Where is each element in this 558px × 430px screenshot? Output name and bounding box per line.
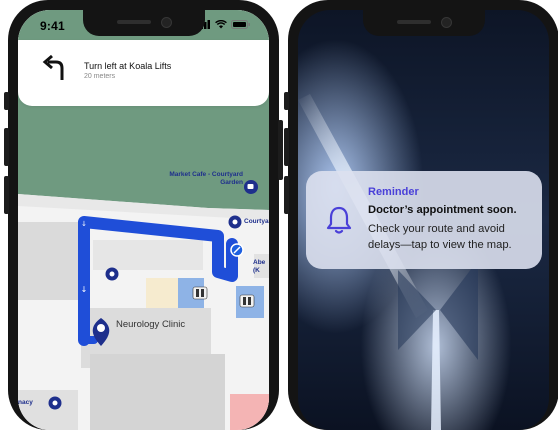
bell-icon xyxy=(326,206,352,234)
notch xyxy=(362,10,485,36)
camera xyxy=(440,17,452,28)
battery-icon xyxy=(231,20,250,29)
volume-up-button xyxy=(284,128,289,166)
volume-down-button xyxy=(4,176,9,214)
speaker xyxy=(116,20,151,24)
notification-title: Doctor’s appointment soon. xyxy=(368,204,517,216)
lock-screen: Reminder Doctor’s appointment soon. Chec… xyxy=(298,10,549,430)
map-label-market-cafe[interactable]: Market Cafe - Courtyard Garden xyxy=(169,171,243,187)
power-button xyxy=(278,120,283,180)
camera xyxy=(160,17,172,28)
status-time: 9:41 xyxy=(40,19,65,33)
turn-left-icon xyxy=(42,54,64,80)
turn-instruction: Turn left at Koala Lifts xyxy=(84,61,172,71)
notification-app-name: Reminder xyxy=(368,186,419,198)
volume-up-button xyxy=(4,128,9,166)
reminder-notification[interactable]: Reminder Doctor’s appointment soon. Chec… xyxy=(306,171,542,269)
status-icons xyxy=(197,20,251,29)
svg-text:↓: ↓ xyxy=(81,285,88,294)
volume-down-button xyxy=(284,176,289,214)
map-screen: ↓ ↓ Market Cafe - Courtyard Garden Court… xyxy=(18,10,269,430)
map-label-pharmacy[interactable]: nacy xyxy=(18,399,33,407)
map-label-abe[interactable]: Abe (K xyxy=(253,259,265,275)
navigation-card[interactable]: Turn left at Koala Lifts 20 meters xyxy=(18,40,269,106)
notification-body: Check your route and avoid delays—tap to… xyxy=(368,223,512,251)
map-label-neurology-clinic[interactable]: Neurology Clinic xyxy=(116,319,185,330)
side-button xyxy=(284,92,289,110)
map-label-courtyard[interactable]: Courtyar xyxy=(244,218,269,226)
svg-text:↓: ↓ xyxy=(81,220,87,228)
speaker xyxy=(396,20,431,24)
notch xyxy=(82,10,205,36)
side-button xyxy=(4,92,9,110)
wifi-icon xyxy=(215,20,227,29)
phone-frame-map: ↓ ↓ Market Cafe - Courtyard Garden Court… xyxy=(4,0,283,430)
turn-distance: 20 meters xyxy=(84,73,116,80)
phone-frame-lock: Reminder Doctor’s appointment soon. Chec… xyxy=(284,0,558,430)
